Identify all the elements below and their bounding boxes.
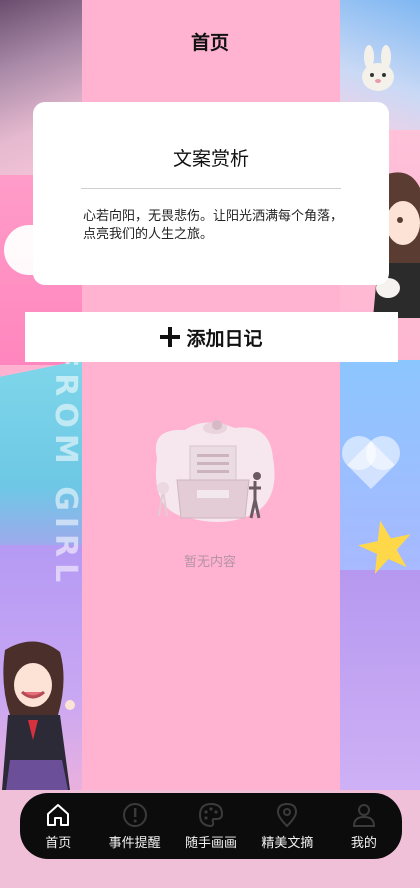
add-diary-label: 添加日记	[186, 327, 263, 350]
wallpaper-panel-right-purple	[340, 570, 420, 795]
location-pin-icon	[277, 802, 298, 827]
alert-circle-icon	[122, 802, 147, 827]
bottom-tab-bar: 首页 事件提醒 随手画画 精美文摘 我的	[20, 793, 402, 859]
tab-drawing[interactable]: 随手画画	[173, 793, 249, 859]
add-diary-button[interactable]: 添加日记	[25, 312, 398, 362]
tab-home[interactable]: 首页	[20, 793, 96, 859]
empty-inbox-illustration	[155, 420, 275, 522]
tab-mine-label: 我的	[350, 835, 377, 851]
plus-icon	[160, 327, 181, 347]
tab-event-reminder-label: 事件提醒	[108, 835, 161, 851]
card-divider	[81, 188, 341, 189]
anime-girl-left-illustration	[2, 641, 75, 790]
user-icon	[352, 803, 375, 827]
card-title: 文案赏析	[172, 148, 249, 170]
home-icon	[47, 803, 70, 826]
tab-excerpts[interactable]: 精美文摘	[249, 793, 325, 859]
tab-event-reminder[interactable]: 事件提醒	[96, 793, 172, 859]
tab-home-label: 首页	[45, 835, 72, 851]
tab-mine[interactable]: 我的	[326, 793, 402, 859]
palette-icon	[199, 802, 224, 827]
quote-card: 文案赏析 心若向阳，无畏悲伤。让阳光洒满每个角落，点亮我们的人生之旅。	[33, 102, 389, 285]
card-quote-text: 心若向阳，无畏悲伤。让阳光洒满每个角落，点亮我们的人生之旅。	[83, 209, 344, 242]
tab-excerpts-label: 精美文摘	[261, 835, 314, 851]
empty-state-text: 暂无内容	[183, 555, 236, 570]
tab-drawing-label: 随手画画	[185, 835, 238, 851]
page-title: 首页	[190, 32, 229, 54]
